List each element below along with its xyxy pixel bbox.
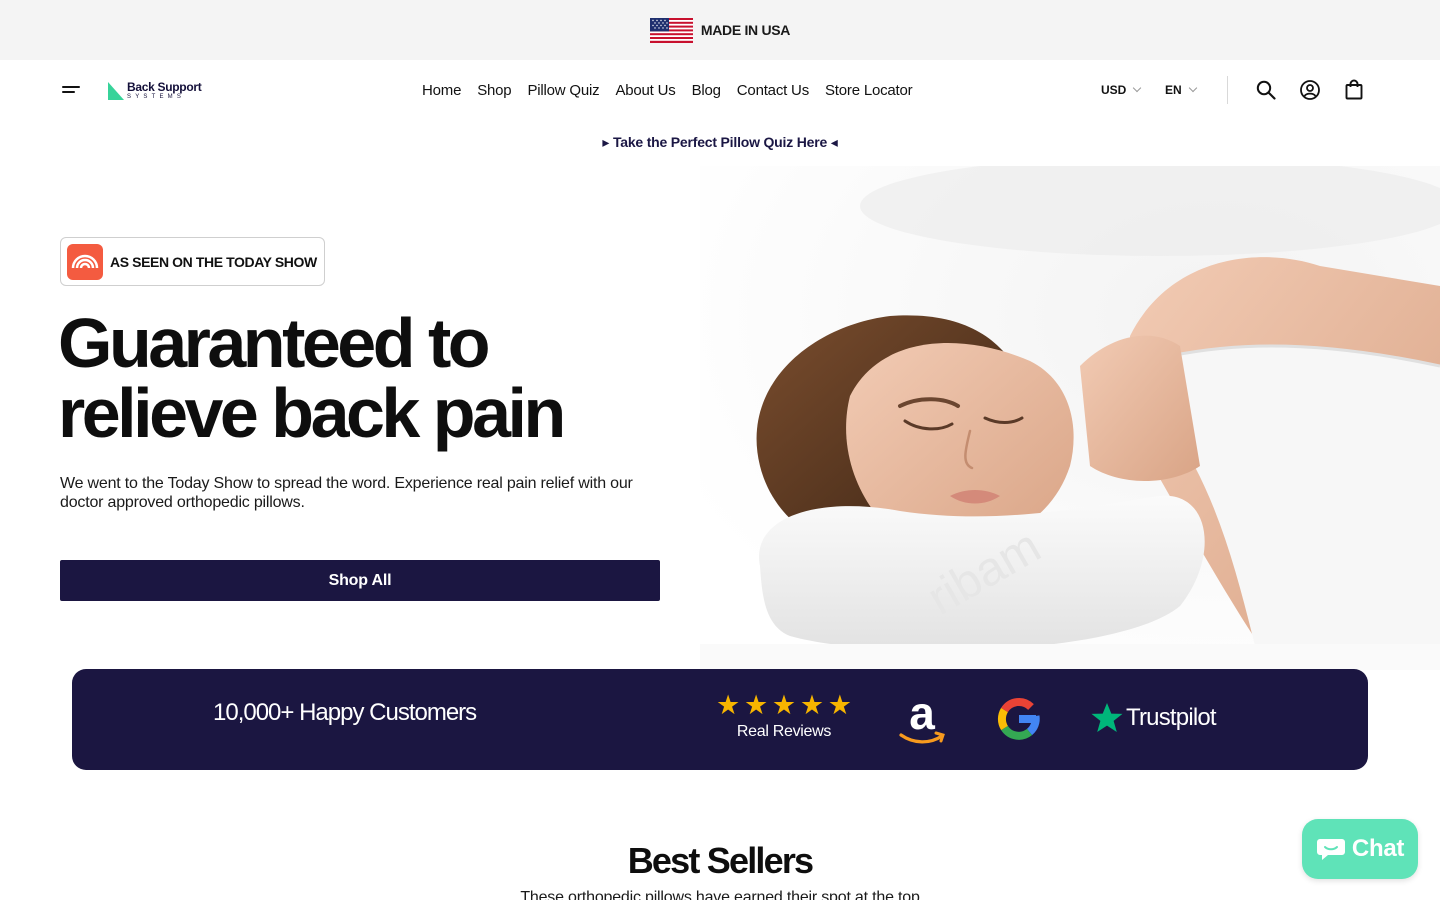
happy-customers-text: 10,000+ Happy Customers	[213, 699, 477, 726]
pillow-quiz-link[interactable]: ▸ Take the Perfect Pillow Quiz Here ◂	[0, 134, 1440, 151]
rating-stars: ★ ★ ★ ★ ★	[716, 691, 852, 719]
chat-bubble-icon	[1316, 839, 1345, 860]
hero-headline-line2: relieve back pain	[58, 374, 566, 452]
badge-text: AS SEEN ON THE TODAY SHOW	[110, 253, 317, 270]
amazon-logo-icon: a	[896, 687, 948, 747]
site-header: Back Support SYSTEMS Home Shop Pillow Qu…	[0, 60, 1440, 120]
hero-headline-line1: Guaranteed to	[58, 304, 491, 382]
header-divider	[1227, 76, 1228, 104]
announcement-text: MADE IN USA	[700, 22, 791, 38]
chat-button[interactable]: Chat	[1302, 819, 1418, 879]
cart-icon[interactable]	[1343, 79, 1365, 101]
trustpilot-star-icon	[1091, 703, 1123, 732]
currency-value: USD	[1101, 83, 1127, 97]
social-proof-banner: 10,000+ Happy Customers ★ ★ ★ ★ ★ Real R…	[72, 669, 1368, 770]
shop-all-button[interactable]: Shop All	[60, 560, 660, 601]
language-selector[interactable]: EN	[1165, 80, 1197, 100]
hero-subcopy: We went to the Today Show to spread the …	[60, 475, 633, 511]
nav-pillow-quiz[interactable]: Pillow Quiz	[527, 82, 599, 99]
star-icon: ★	[799, 690, 825, 720]
currency-selector[interactable]: USD	[1101, 80, 1142, 100]
chevron-down-icon	[1188, 83, 1197, 93]
logo-tagline: SYSTEMS	[127, 93, 186, 100]
account-icon[interactable]	[1299, 79, 1321, 101]
announcement-bar: MADE IN USA	[0, 0, 1440, 60]
best-sellers-title: Best Sellers	[627, 840, 814, 881]
star-icon: ★	[716, 690, 741, 720]
google-logo-icon	[996, 696, 1042, 742]
nav-blog[interactable]: Blog	[692, 82, 721, 99]
search-icon[interactable]	[1255, 79, 1277, 101]
nav-home[interactable]: Home	[422, 82, 461, 99]
site-logo[interactable]: Back Support SYSTEMS	[108, 78, 218, 102]
menu-icon[interactable]	[62, 82, 82, 98]
real-reviews-label: Real Reviews	[736, 723, 832, 740]
main-nav: Home Shop Pillow Quiz About Us Blog Cont…	[422, 60, 928, 120]
logo-name: Back Support	[127, 79, 202, 94]
svg-text:a: a	[909, 691, 935, 739]
star-icon: ★	[743, 690, 769, 720]
chevron-down-icon	[1133, 83, 1142, 93]
best-sellers-subtitle: These orthopedic pillows have earned the…	[520, 889, 920, 900]
logo-mark-icon	[108, 82, 124, 100]
nav-contact-us[interactable]: Contact Us	[737, 82, 809, 99]
trustpilot-logo: Trustpilot	[1090, 701, 1217, 735]
us-flag-icon	[649, 17, 693, 43]
nav-about-us[interactable]: About Us	[615, 82, 675, 99]
nav-store-locator[interactable]: Store Locator	[825, 82, 913, 99]
star-icon: ★	[827, 690, 852, 720]
today-show-badge: AS SEEN ON THE TODAY SHOW	[60, 237, 325, 286]
chat-label: Chat	[1351, 835, 1405, 862]
hero-headline: Guaranteed to relieve back pain	[58, 308, 678, 448]
language-value: EN	[1165, 83, 1182, 97]
star-icon: ★	[771, 690, 797, 720]
trustpilot-text: Trustpilot	[1126, 704, 1217, 731]
hero-image: ribam	[700, 166, 1440, 670]
today-show-logo-icon	[67, 243, 103, 280]
nav-shop[interactable]: Shop	[477, 82, 511, 99]
